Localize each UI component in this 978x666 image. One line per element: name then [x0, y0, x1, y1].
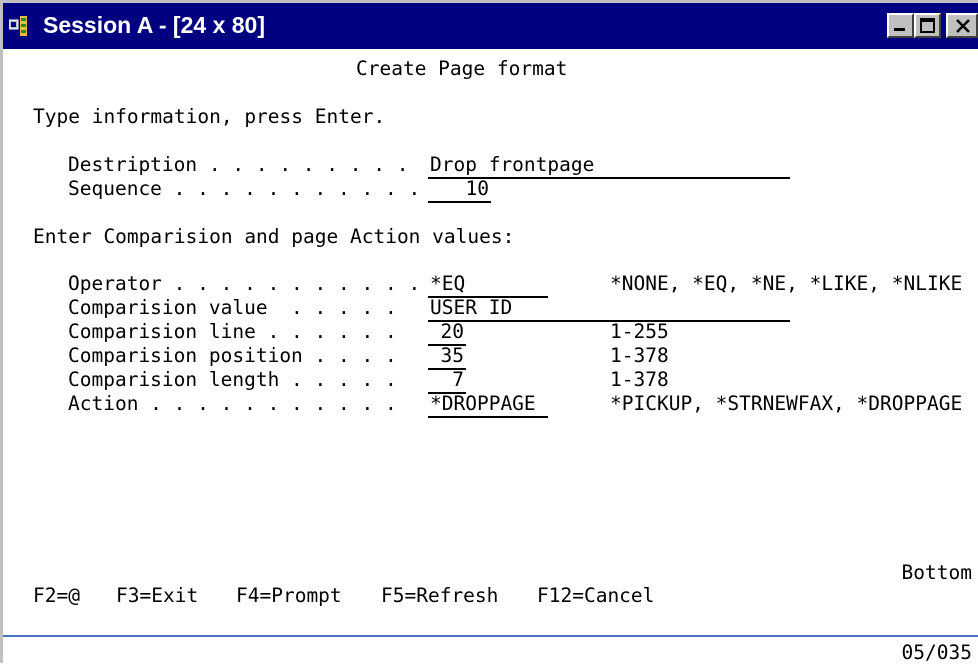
bottom-indicator: Bottom: [901, 561, 972, 584]
comparision-length-field[interactable]: 7: [428, 368, 466, 394]
close-button[interactable]: [946, 13, 978, 38]
operator-hint: *NONE, *EQ, *NE, *LIKE, *NLIKE: [610, 272, 963, 295]
comparision-line-field[interactable]: 20: [428, 320, 466, 346]
description-value: Drop frontpage: [430, 153, 595, 176]
comparision-position-hint: 1-378: [610, 344, 669, 367]
minimize-icon: [894, 28, 905, 31]
sequence-value: 10: [465, 177, 489, 200]
comparision-line-value: 20: [440, 320, 464, 343]
description-field[interactable]: Drop frontpage: [428, 153, 790, 179]
window-title: Session A - [24 x 80]: [43, 12, 265, 38]
close-icon: [956, 19, 970, 33]
terminal-screen[interactable]: Create Page format Type information, pre…: [3, 49, 978, 666]
session-window: Session A - [24 x 80] Create Page format…: [0, 0, 978, 666]
action-hint: *PICKUP, *STRNEWFAX, *DROPPAGE: [610, 392, 963, 415]
operator-label: Operator . . . . . . . . . . .: [68, 272, 421, 295]
title-bar[interactable]: Session A - [24 x 80]: [3, 3, 978, 49]
comparision-length-hint: 1-378: [610, 368, 669, 391]
comparision-position-label: Comparision position . . . .: [68, 344, 397, 367]
operator-value: *EQ: [430, 272, 466, 295]
comparision-value-label: Comparision value . . . . .: [68, 296, 397, 319]
operator-field[interactable]: *EQ: [428, 272, 548, 298]
comparision-position-field[interactable]: 35: [428, 344, 466, 370]
comparision-value-value: USER ID: [430, 296, 513, 319]
status-divider: [3, 635, 978, 637]
comparision-line-label: Comparision line . . . . . .: [68, 320, 397, 343]
sequence-field[interactable]: 10: [428, 177, 491, 203]
function-key-f12[interactable]: F12=Cancel: [537, 584, 654, 608]
cursor-position: 05/035: [901, 641, 972, 664]
action-value: *DROPPAGE: [430, 392, 536, 415]
comparision-value-field[interactable]: USER ID: [428, 296, 790, 322]
instruction-text: Type information, press Enter.: [33, 105, 386, 128]
maximize-button[interactable]: [914, 13, 941, 38]
comparision-length-label: Comparision length . . . . .: [68, 368, 397, 391]
minimize-button[interactable]: [887, 13, 914, 38]
maximize-icon: [920, 18, 935, 33]
function-key-f3[interactable]: F3=Exit: [116, 584, 198, 608]
page-title: Create Page format: [356, 57, 568, 80]
function-key-f2[interactable]: F2=@: [33, 584, 80, 608]
section-heading: Enter Comparision and page Action values…: [33, 225, 515, 248]
function-key-f5[interactable]: F5=Refresh: [381, 584, 498, 608]
comparision-length-value: 7: [452, 368, 464, 391]
action-field[interactable]: *DROPPAGE: [428, 392, 548, 418]
comparision-position-value: 35: [440, 344, 464, 367]
sequence-label: Sequence . . . . . . . . . . .: [68, 177, 421, 200]
description-label: Destription . . . . . . . . .: [68, 153, 409, 176]
action-label: Action . . . . . . . . . . .: [68, 392, 397, 415]
session-icon: [9, 16, 27, 36]
comparision-line-hint: 1-255: [610, 320, 669, 343]
function-key-f4[interactable]: F4=Prompt: [236, 584, 342, 608]
